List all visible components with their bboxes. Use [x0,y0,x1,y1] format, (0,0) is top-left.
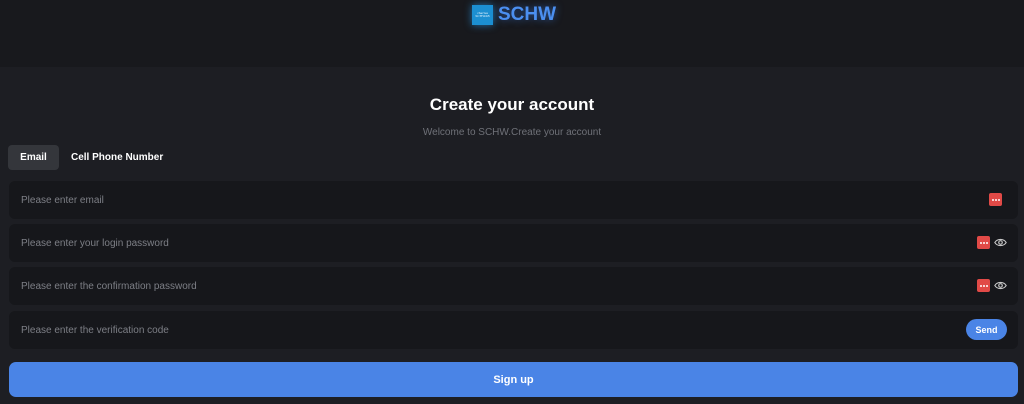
email-field-container [9,181,1018,219]
verification-code-field-container: Send [9,311,1018,349]
confirm-password-field[interactable] [21,267,901,305]
page-subtitle: Welcome to SCHW.Create your account [422,127,602,138]
brand-name: SCHW [498,4,557,25]
top-header: charles SCHWAB SCHW [0,0,1024,67]
sign-up-button[interactable]: Sign up [9,362,1018,397]
password-manager-icon[interactable] [977,279,990,292]
brand-logo[interactable]: charles SCHWAB SCHW [472,4,557,25]
eye-icon[interactable] [994,280,1007,291]
email-field[interactable] [21,181,901,219]
login-password-field[interactable] [21,224,901,262]
schwab-logo-icon: charles SCHWAB [472,5,493,25]
tab-email[interactable]: Email [8,145,59,170]
send-code-button[interactable]: Send [966,319,1007,340]
password-manager-icon[interactable] [989,193,1002,206]
confirm-password-field-container [9,267,1018,305]
verification-code-field[interactable] [21,311,901,349]
password-manager-icon[interactable] [977,236,990,249]
logo-mark-line2: SCHWAB [475,14,490,18]
login-password-field-container [9,224,1018,262]
signup-method-tabs: Email Cell Phone Number [8,145,175,170]
eye-icon[interactable] [994,237,1007,248]
tab-cell-phone-number[interactable]: Cell Phone Number [59,145,175,170]
page-title: Create your account [429,95,595,114]
